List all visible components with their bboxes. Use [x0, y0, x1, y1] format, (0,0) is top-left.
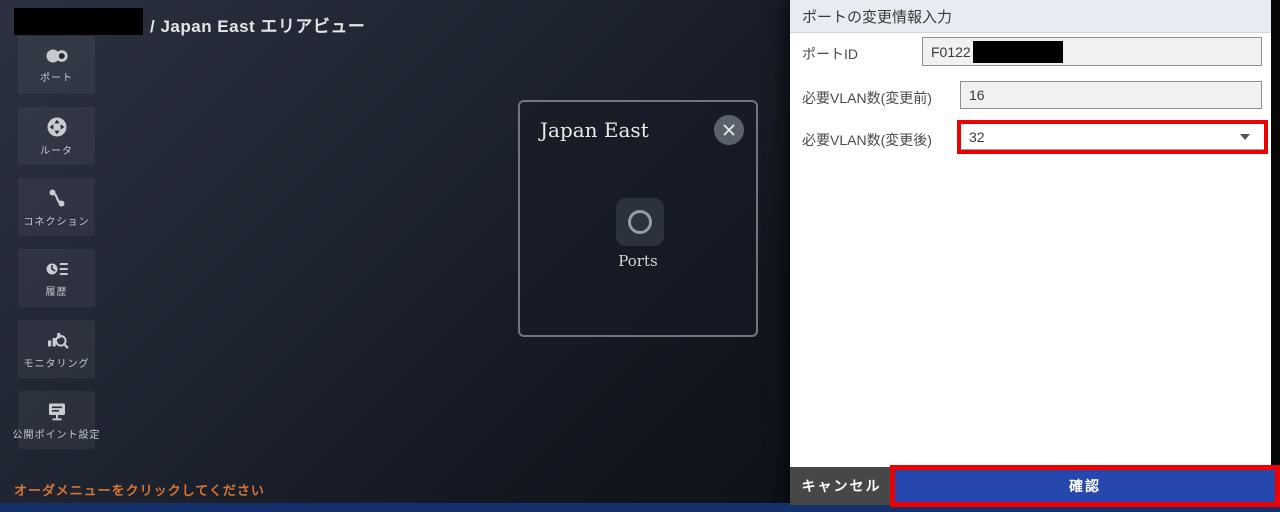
vlan-before-label: 必要VLAN数(変更前) [802, 90, 932, 106]
sidebar-item-connection[interactable]: コネクション [18, 178, 95, 236]
history-icon [44, 258, 70, 280]
port-id-field: F0122 [922, 37, 1262, 66]
close-icon [722, 123, 736, 137]
port-ring-icon [628, 210, 652, 234]
router-icon [45, 115, 69, 139]
chevron-down-icon [1240, 133, 1250, 140]
connection-icon [45, 186, 69, 210]
sidebar-item-router[interactable]: ルータ [18, 107, 95, 165]
status-message: オーダメニューをクリックしてください [14, 483, 265, 498]
confirm-button[interactable]: 確認 [890, 465, 1280, 507]
vlan-after-label: 必要VLAN数(変更後) [802, 132, 932, 148]
vlan-after-select[interactable]: 32 [957, 120, 1268, 154]
sidebar-item-monitoring[interactable]: モニタリング [18, 320, 95, 378]
monitoring-icon [44, 328, 70, 352]
port-id-value: F0122 [931, 43, 971, 60]
vlan-after-value: 32 [969, 128, 985, 145]
ports-node-label: Ports [618, 252, 658, 270]
app-root: / Japan East エリアビュー ポート ルータ コネクション 履歴 モニ… [0, 0, 1280, 512]
panel-scrollbar[interactable] [1271, 0, 1280, 466]
cancel-button[interactable]: キャンセル [790, 467, 893, 505]
sidebar-item-label: 履歴 [45, 287, 68, 298]
sidebar-item-history[interactable]: 履歴 [18, 249, 95, 307]
sidebar-item-label: ルータ [40, 146, 73, 157]
vlan-before-field: 16 [960, 81, 1262, 109]
close-button[interactable] [714, 115, 744, 145]
ports-icon [44, 46, 70, 66]
sidebar-item-label: コネクション [23, 217, 90, 228]
sidebar-item-ports[interactable]: ポート [18, 36, 95, 94]
redaction-box [972, 40, 1063, 63]
main-canvas: / Japan East エリアビュー ポート ルータ コネクション 履歴 モニ… [0, 0, 790, 512]
public-point-icon [45, 399, 69, 423]
sidebar-item-label: ポート [40, 73, 73, 84]
order-panel: ポートの変更情報入力 ポートID F0122 必要VLAN数(変更前) 16 必… [790, 0, 1280, 503]
redaction-box [14, 8, 143, 35]
port-id-label: ポートID [802, 46, 858, 62]
ports-node-button[interactable] [616, 198, 664, 246]
sidebar-item-public-point[interactable]: 公開ポイント設定 [13, 391, 100, 449]
breadcrumb: / Japan East エリアビュー [150, 17, 366, 36]
sidebar-item-label: モニタリング [23, 359, 90, 370]
vlan-before-value: 16 [969, 87, 985, 103]
panel-title: ポートの変更情報入力 [790, 0, 1280, 33]
area-card-title: Japan East [540, 118, 649, 142]
area-card-japan-east: Japan East Ports [518, 100, 758, 337]
sidebar-item-label: 公開ポイント設定 [12, 430, 101, 441]
